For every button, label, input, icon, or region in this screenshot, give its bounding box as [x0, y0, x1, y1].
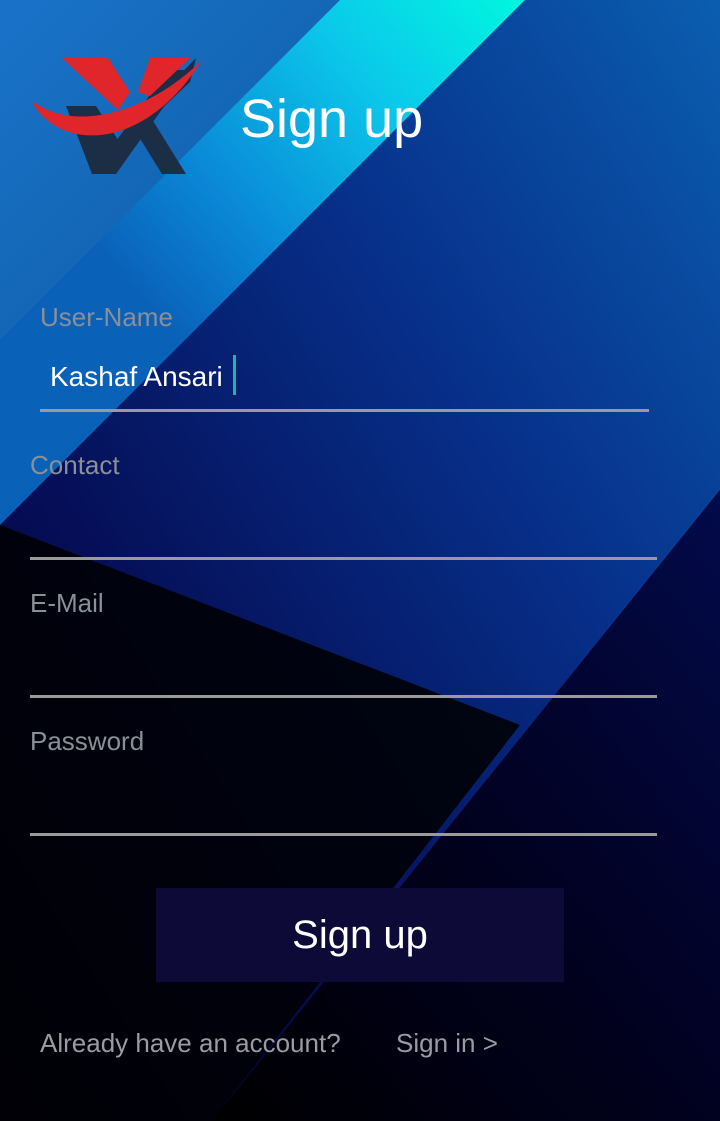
password-input[interactable] [30, 781, 657, 823]
contact-underline [30, 557, 657, 560]
username-label: User-Name [40, 302, 173, 332]
username-underline [40, 409, 649, 412]
have-account-text: Already have an account? [40, 1028, 341, 1058]
email-underline [30, 695, 657, 698]
email-label: E-Mail [30, 588, 104, 618]
password-underline [30, 833, 657, 836]
app-logo-icon [32, 58, 202, 174]
contact-input[interactable] [30, 505, 657, 547]
text-caret [233, 355, 236, 395]
signin-link[interactable]: Sign in > [396, 1028, 498, 1058]
username-input[interactable] [50, 356, 650, 398]
signup-button[interactable]: Sign up [156, 888, 564, 982]
contact-label: Contact [30, 450, 120, 480]
email-input[interactable] [30, 643, 657, 685]
page-title: Sign up [240, 89, 424, 149]
password-label: Password [30, 726, 145, 756]
